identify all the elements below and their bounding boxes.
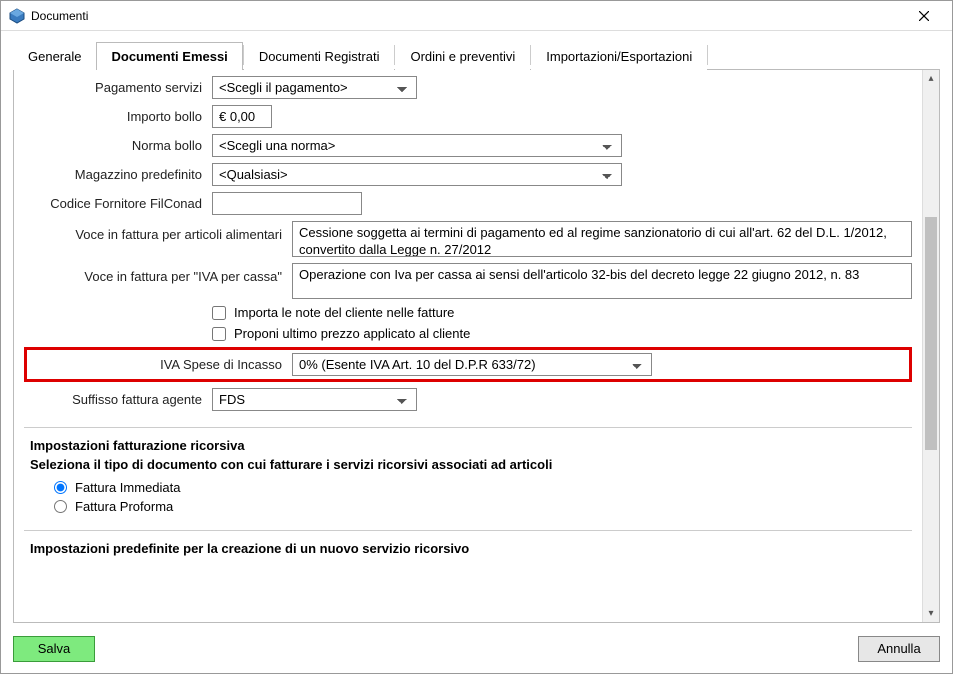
- input-codice-filconad[interactable]: [212, 192, 362, 215]
- tab-bar: Generale Documenti Emessi Documenti Regi…: [13, 41, 940, 70]
- select-suffisso-agente[interactable]: FDS: [212, 388, 417, 411]
- input-importo-bollo[interactable]: [212, 105, 272, 128]
- label-fattura-proforma: Fattura Proforma: [75, 499, 173, 514]
- window-title: Documenti: [31, 9, 904, 23]
- close-button[interactable]: [904, 2, 944, 30]
- save-button[interactable]: Salva: [13, 636, 95, 662]
- label-voce-iva-cassa: Voce in fattura per "IVA per cassa": [24, 263, 292, 284]
- radio-fattura-proforma[interactable]: [54, 500, 67, 513]
- cancel-button[interactable]: Annulla: [858, 636, 940, 662]
- tab-ordini-preventivi[interactable]: Ordini e preventivi: [395, 42, 530, 70]
- label-importo-bollo: Importo bollo: [24, 109, 212, 124]
- select-iva-spese-incasso[interactable]: 0% (Esente IVA Art. 10 del D.P.R 633/72): [292, 353, 652, 376]
- label-suffisso-agente: Suffisso fattura agente: [24, 392, 212, 407]
- documents-window: Documenti Generale Documenti Emessi Docu…: [0, 0, 953, 674]
- footer: Salva Annulla: [1, 623, 952, 673]
- settings-pane: Pagamento servizi <Scegli il pagamento> …: [14, 70, 922, 622]
- section-title-ricorsiva: Impostazioni fatturazione ricorsiva: [24, 438, 912, 453]
- select-norma-bollo[interactable]: <Scegli una norma>: [212, 134, 622, 157]
- label-norma-bollo: Norma bollo: [24, 138, 212, 153]
- scroll-thumb[interactable]: [925, 217, 937, 450]
- scroll-down-icon[interactable]: ▾: [923, 605, 939, 622]
- label-ultimo-prezzo: Proponi ultimo prezzo applicato al clien…: [234, 326, 470, 341]
- select-magazzino-predefinito[interactable]: <Qualsiasi>: [212, 163, 622, 186]
- label-voce-alimentari: Voce in fattura per articoli alimentari: [24, 221, 292, 242]
- select-pagamento-servizi[interactable]: <Scegli il pagamento>: [212, 76, 417, 99]
- section-subtitle-ricorsiva: Seleziona il tipo di documento con cui f…: [24, 457, 912, 472]
- checkbox-ultimo-prezzo[interactable]: [212, 327, 226, 341]
- label-fattura-immediata: Fattura Immediata: [75, 480, 181, 495]
- tab-importazioni[interactable]: Importazioni/Esportazioni: [531, 42, 707, 70]
- tab-documenti-emessi[interactable]: Documenti Emessi: [96, 42, 242, 70]
- textarea-voce-alimentari[interactable]: Cessione soggetta ai termini di pagament…: [292, 221, 912, 257]
- checkbox-importa-note[interactable]: [212, 306, 226, 320]
- scroll-up-icon[interactable]: ▴: [923, 70, 939, 87]
- app-icon: [9, 8, 25, 24]
- section-title-predefinite: Impostazioni predefinite per la creazion…: [24, 541, 912, 556]
- tab-documenti-registrati[interactable]: Documenti Registrati: [244, 42, 395, 70]
- radio-fattura-immediata[interactable]: [54, 481, 67, 494]
- titlebar: Documenti: [1, 1, 952, 31]
- tab-generale[interactable]: Generale: [13, 42, 96, 70]
- textarea-voce-iva-cassa[interactable]: Operazione con Iva per cassa ai sensi de…: [292, 263, 912, 299]
- highlighted-iva-spese-incasso: IVA Spese di Incasso 0% (Esente IVA Art.…: [24, 347, 912, 382]
- label-codice-filconad: Codice Fornitore FilConad: [24, 196, 212, 211]
- label-importa-note: Importa le note del cliente nelle fattur…: [234, 305, 454, 320]
- label-pagamento-servizi: Pagamento servizi: [24, 80, 212, 95]
- label-magazzino-predefinito: Magazzino predefinito: [24, 167, 212, 182]
- label-iva-spese-incasso: IVA Spese di Incasso: [31, 357, 292, 372]
- vertical-scrollbar[interactable]: ▴ ▾: [922, 70, 939, 622]
